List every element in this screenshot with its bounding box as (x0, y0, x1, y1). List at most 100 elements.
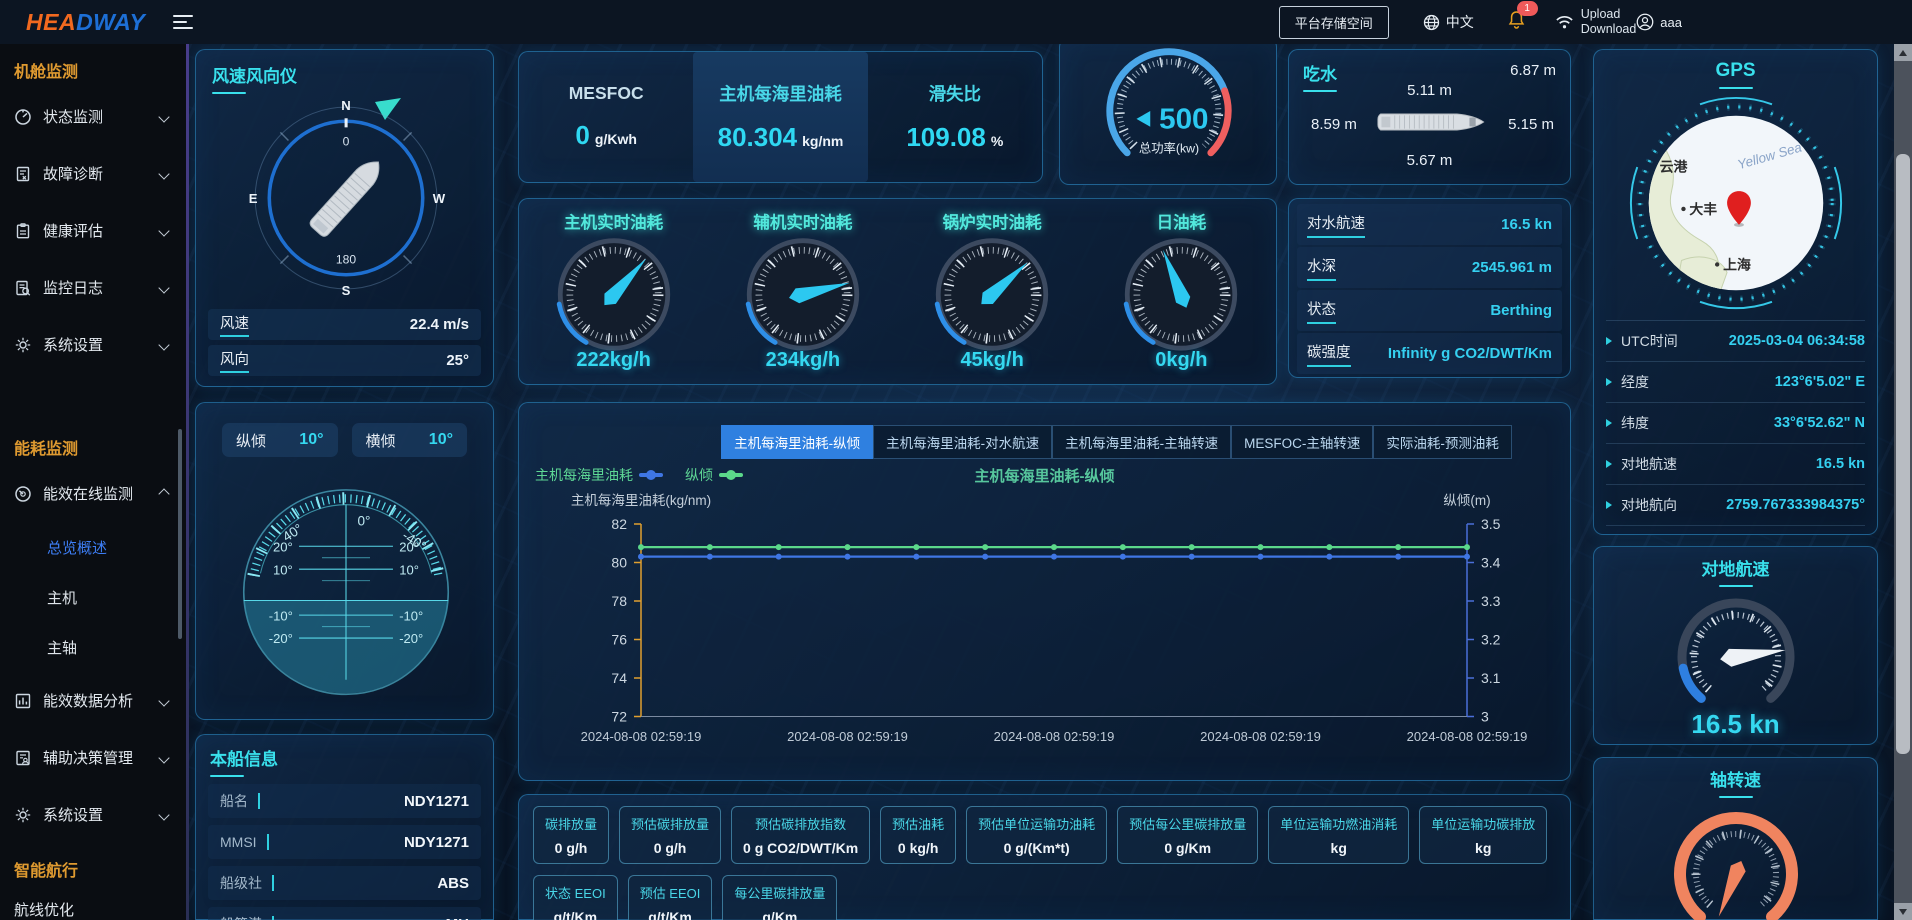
chart-series (638, 544, 1470, 560)
total-power-gauge: 500 总功率(kw) (1060, 38, 1278, 184)
scale-label: 0° (357, 513, 370, 528)
gps-map[interactable]: 云港 大丰 京 上海 Yellow Sea (1621, 92, 1851, 320)
fault-diagnosis-icon (14, 165, 32, 183)
sidebar-item-label: 辅助决策管理 (43, 747, 149, 768)
logo-part-orange: HEA (26, 9, 76, 35)
legend-item-fuel[interactable]: 主机每海里油耗 (535, 465, 663, 485)
chevron-down-icon (158, 809, 169, 820)
row-bullet-icon (1606, 378, 1612, 386)
heel-badge: 横倾10° (352, 423, 468, 457)
sidebar-item-energy-online[interactable]: 能效在线监测 (0, 465, 186, 522)
row-label: 状态 (1307, 298, 1336, 324)
gps-row-value: 2025-03-04 06:34:58 (1729, 333, 1865, 349)
sidebar-item-status-monitor[interactable]: 状态监测 (0, 88, 186, 145)
gauge-value: 45kg/h (960, 349, 1023, 372)
tab-fuel-stw[interactable]: 主机每海里油耗-对水航速 (873, 425, 1052, 459)
ship-info-title: 本船信息 (210, 745, 493, 777)
metric-chip: 单位运输功碳排放kg (1419, 806, 1547, 864)
scroll-down-button[interactable] (1894, 903, 1912, 920)
row-label: 船级社 (220, 873, 262, 893)
sidebar-item-system-settings-2[interactable]: 系统设置 (0, 786, 186, 843)
page-scrollbar[interactable] (1894, 44, 1912, 920)
draft-ship-icon (1367, 106, 1499, 138)
compass-zero-label: 0 (343, 135, 350, 149)
scroll-up-button[interactable] (1894, 44, 1912, 61)
fuel-gauges-panel: 主机实时油耗 222kg/h 辅机实时油耗 (518, 198, 1277, 385)
language-switch[interactable]: 中文 (1423, 12, 1474, 32)
wind-speed-value: 22.4 m/s (410, 316, 469, 333)
chevron-up-icon (158, 488, 169, 499)
wind-speed-row: 风速 22.4 m/s (208, 309, 481, 340)
map-city-label: 上海 (1723, 256, 1751, 272)
chevron-down-icon (158, 282, 169, 293)
scale-label: -20° (269, 631, 293, 646)
sidebar-section-smart-navigation: 智能航行 (0, 843, 186, 887)
row-label: 船名 (220, 791, 248, 811)
sidebar-item-decision-support[interactable]: 辅助决策管理 (0, 729, 186, 786)
carbon-intensity-row: 碳强度Infinity g CO2/DWT/Km (1297, 333, 1562, 374)
metric-value: kg (1475, 840, 1491, 856)
metric-chip: 状态 EEOIg/t/Km (533, 875, 618, 920)
tab-mesfoc-shaft-speed[interactable]: MESFOC-主轴转速 (1231, 425, 1373, 459)
row-label: 水深 (1307, 255, 1336, 281)
aux-engine-fuel-cell: 辅机实时油耗 234kg/h (708, 199, 897, 384)
mesfoc-value: 0 (575, 120, 589, 150)
sidebar-item-monitor-log[interactable]: 监控日志 (0, 259, 186, 316)
sidebar-item-health-assessment[interactable]: 健康评估 (0, 202, 186, 259)
shaft-speed-gauge (1636, 804, 1836, 920)
metric-chip: 预估每公里碳排放量0 g/Km (1117, 806, 1258, 864)
tab-fuel-shaft-speed[interactable]: 主机每海里油耗-主轴转速 (1052, 425, 1231, 459)
shaft-speed-panel: 轴转速 (1593, 757, 1878, 920)
trim-heel-panel: 纵倾10° 横倾10° 40° 0° -40° 20° 20° 10° 10° (195, 402, 494, 720)
sidebar-subitem-main-shaft[interactable]: 主轴 (0, 622, 186, 672)
sog-gauge (1636, 591, 1836, 715)
gear-icon (14, 806, 32, 824)
y-tick: 82 (611, 516, 627, 532)
metric-value: 0 g/h (654, 840, 687, 856)
draft-max-value: 6.87 m (1510, 62, 1556, 79)
logo-part-blue: DWAY (76, 9, 145, 35)
depth-row: 水深2545.961 m (1297, 247, 1562, 288)
globe-icon (1423, 14, 1440, 31)
scrollbar-thumb[interactable] (1896, 154, 1910, 754)
sidebar-item-label: 系统设置 (43, 334, 149, 355)
compass-east-label: E (249, 191, 258, 206)
metric-label: 预估碳排放指数 (755, 814, 846, 833)
legend-item-trim[interactable]: 纵倾 (685, 465, 743, 485)
y-tick: 76 (611, 632, 627, 648)
metric-chip: 预估碳排放量0 g/h (619, 806, 721, 864)
sidebar-subitem-main-engine[interactable]: 主机 (0, 572, 186, 622)
storage-space-button[interactable]: 平台存储空间 (1279, 6, 1389, 39)
sidebar-subitem-overview[interactable]: 总览概述 (0, 522, 186, 572)
compass-west-label: W (433, 191, 446, 206)
notifications-button[interactable]: 1 (1508, 10, 1525, 34)
sidebar-item-label: 健康评估 (43, 220, 149, 241)
y2-tick: 3.5 (1481, 516, 1501, 532)
sidebar-scrollbar[interactable] (178, 429, 182, 639)
draft-stern-value: 5.67 m (1289, 152, 1570, 169)
sidebar-item-route-optimization[interactable]: 航线优化 (0, 887, 186, 920)
row-value: NDY1271 (404, 834, 469, 851)
row-value: NDY1271 (404, 793, 469, 810)
total-power-label: 总功率(kw) (1139, 140, 1199, 155)
tab-fuel-trim[interactable]: 主机每海里油耗-纵倾 (721, 425, 873, 459)
map-city-label: 京 (1630, 238, 1644, 254)
sidebar-section-energy: 能耗监测 (0, 421, 186, 465)
gps-row-label: 对地航向 (1621, 495, 1677, 515)
gauge-value: 222kg/h (576, 349, 650, 372)
state-row: 状态Berthing (1297, 290, 1562, 331)
sidebar-item-energy-analysis[interactable]: 能效数据分析 (0, 672, 186, 729)
user-menu[interactable]: aaa (1636, 13, 1682, 31)
menu-collapse-icon[interactable] (173, 15, 193, 29)
sog-panel: 对地航速 16.5 kn (1593, 546, 1878, 745)
left-axis-label: 主机每海里油耗(kg/nm) (571, 493, 711, 508)
metric-label: 预估 EEOI (640, 883, 701, 902)
metric-label: 碳排放量 (545, 814, 597, 833)
gps-row-longitude: 经度123°6'5.02" E (1606, 362, 1865, 403)
sidebar-item-fault-diagnosis[interactable]: 故障诊断 (0, 145, 186, 202)
sidebar-item-system-settings[interactable]: 系统设置 (0, 316, 186, 373)
tab-actual-vs-predicted[interactable]: 实际油耗-预测油耗 (1373, 425, 1512, 459)
upload-download-button[interactable]: UploadDownload (1555, 7, 1637, 37)
scale-label: -20° (399, 631, 423, 646)
metric-chip: 预估碳排放指数0 g CO2/DWT/Km (731, 806, 870, 864)
